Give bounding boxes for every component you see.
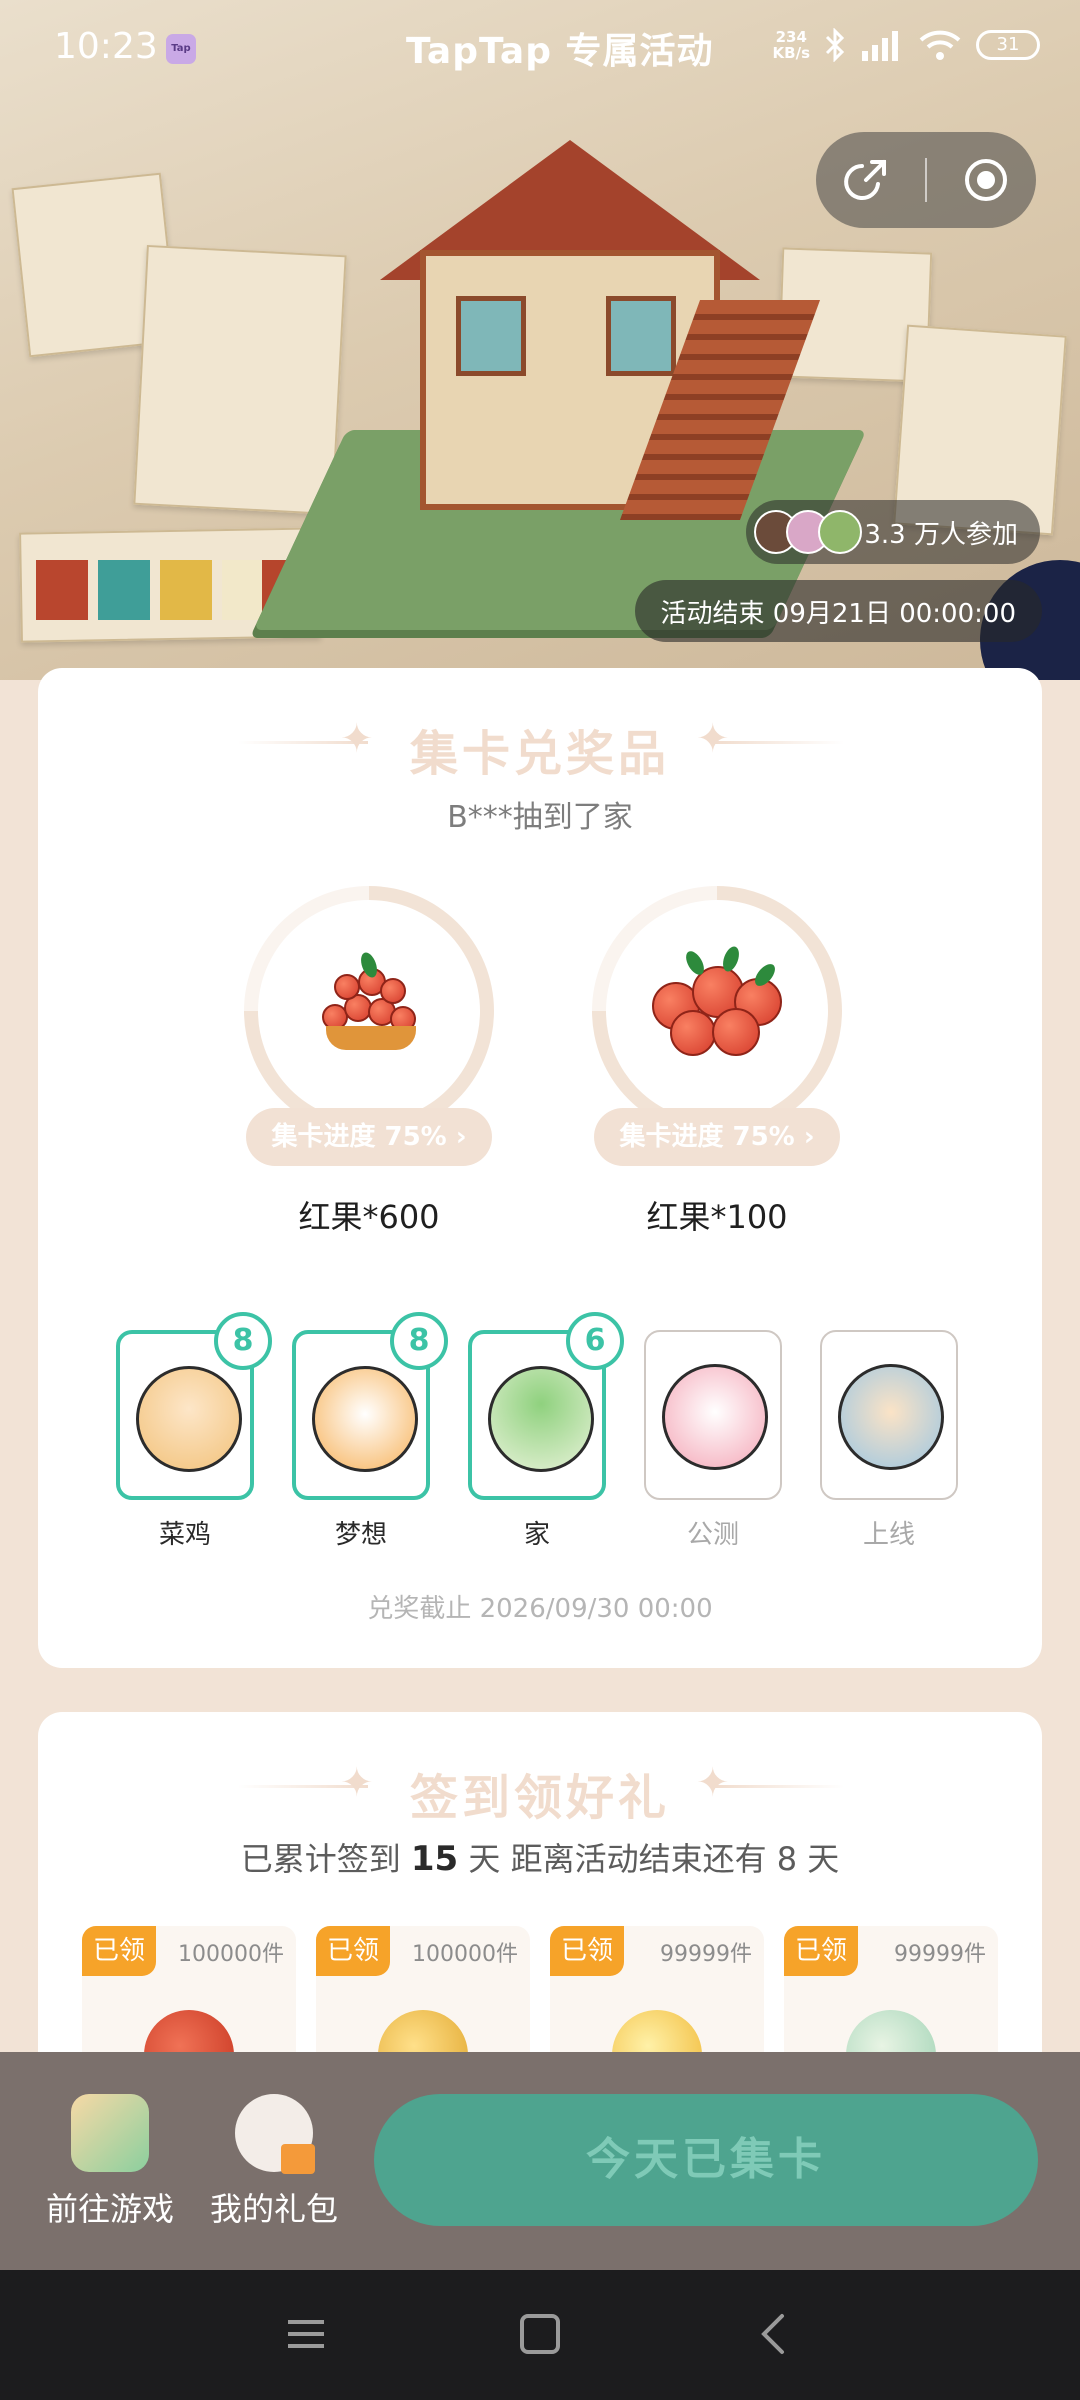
claimed-badge: 已领 bbox=[316, 1926, 390, 1976]
redeem-deadline: 兑奖截止 2026/09/30 00:00 bbox=[367, 1594, 713, 1624]
bottom-action-bar: 前往游戏 我的礼包 今天已集卡 bbox=[0, 2052, 1080, 2270]
wifi-icon bbox=[919, 30, 961, 60]
prize-card[interactable]: 集卡进度 75% › 红果*600 bbox=[244, 886, 494, 1236]
share-button[interactable] bbox=[826, 140, 906, 220]
card-label: 菜鸡 bbox=[158, 1520, 211, 1550]
home-icon[interactable] bbox=[510, 2304, 570, 2364]
reward-stock: 99999件 bbox=[660, 1942, 752, 1967]
status-time: 10:23 bbox=[54, 26, 158, 67]
activity-deadline: 活动结束 09月21日 00:00:00 bbox=[634, 580, 1042, 642]
go-to-game-button[interactable]: 前往游戏 bbox=[40, 2094, 180, 2230]
checkin-title: 签到领好礼 bbox=[409, 1770, 670, 1826]
prize-progress-ring: 集卡进度 75% › bbox=[592, 886, 842, 1166]
chevron-right-icon: › bbox=[803, 1122, 815, 1152]
claimed-badge: 已领 bbox=[550, 1926, 624, 1976]
participants-count: 3.3 万人参加 bbox=[864, 519, 1018, 550]
prize-progress-ring: 集卡进度 75% › bbox=[244, 886, 494, 1166]
close-target-button[interactable] bbox=[946, 140, 1026, 220]
activity-page: 3.3 万人参加 活动结束 09月21日 00:00:00 10:23 Tap … bbox=[0, 0, 1080, 2400]
collect-subtitle: B***抽到了家 bbox=[447, 800, 633, 835]
prize-name: 红果*100 bbox=[646, 1198, 788, 1236]
my-gifts-button[interactable]: 我的礼包 bbox=[204, 2094, 344, 2230]
reward-stock: 100000件 bbox=[178, 1942, 284, 1967]
status-bar: 10:23 Tap TapTap 专属活动 234 KB/s 31 bbox=[0, 0, 1080, 96]
back-icon[interactable] bbox=[744, 2304, 804, 2364]
card-count-badge: 8 bbox=[390, 1312, 448, 1370]
reward-stock: 100000件 bbox=[412, 1942, 518, 1967]
game-app-icon bbox=[71, 2094, 149, 2172]
gift-icon bbox=[235, 2094, 315, 2174]
avatar bbox=[818, 510, 863, 554]
game-card[interactable]: 8 梦想 bbox=[292, 1312, 448, 1551]
taptap-small-icon: Tap bbox=[166, 34, 196, 64]
prize-card[interactable]: 集卡进度 75% › 红果*100 bbox=[592, 886, 842, 1236]
prize-name: 红果*600 bbox=[298, 1198, 440, 1236]
collect-cards-section: ✦ 集卡兑奖品 ✦ B***抽到了家 集卡进度 75% › 红果*600 集卡进… bbox=[38, 668, 1042, 1668]
signal-icon bbox=[862, 31, 898, 61]
collected-cards-row: 8 菜鸡 8 梦想 6 家 公测 上线 bbox=[116, 1312, 996, 1550]
share-icon bbox=[843, 160, 886, 200]
participants-pill: 3.3 万人参加 bbox=[746, 500, 1040, 564]
chevron-right-icon: › bbox=[455, 1122, 467, 1152]
card-label: 梦想 bbox=[334, 1520, 387, 1550]
menu-icon[interactable] bbox=[276, 2304, 336, 2364]
card-count-badge: 6 bbox=[566, 1312, 624, 1370]
claimed-badge: 已领 bbox=[82, 1926, 156, 1976]
claimed-badge: 已领 bbox=[784, 1926, 858, 1976]
network-speed: 234 KB/s bbox=[772, 28, 810, 62]
hero-banner: 3.3 万人参加 活动结束 09月21日 00:00:00 bbox=[0, 0, 1080, 680]
game-card[interactable]: 6 家 bbox=[468, 1312, 624, 1551]
checkin-days: 15 bbox=[410, 1839, 459, 1879]
target-icon bbox=[965, 159, 1008, 201]
duck-character-icon bbox=[312, 1366, 418, 1472]
card-label: 上线 bbox=[862, 1520, 915, 1550]
sparkle-icon: ✦ bbox=[696, 1760, 730, 1806]
participant-avatars bbox=[754, 510, 863, 554]
chick-character-icon bbox=[136, 1366, 242, 1472]
activity-deadline-text: 活动结束 09月21日 00:00:00 bbox=[660, 598, 1016, 629]
game-card-locked[interactable]: 公测 bbox=[644, 1330, 782, 1551]
collect-title: 集卡兑奖品 bbox=[409, 726, 670, 782]
pink-hat-character-icon bbox=[662, 1364, 768, 1470]
game-card-locked[interactable]: 上线 bbox=[820, 1330, 958, 1551]
collect-today-button[interactable]: 今天已集卡 bbox=[374, 2094, 1038, 2226]
prize-progress-button[interactable]: 集卡进度 75% › bbox=[246, 1108, 492, 1166]
card-label: 公测 bbox=[686, 1520, 739, 1550]
status-title: TapTap 专属活动 bbox=[406, 31, 714, 72]
card-label: 家 bbox=[523, 1520, 550, 1550]
reward-stock: 99999件 bbox=[894, 1942, 986, 1967]
card-count-badge: 8 bbox=[214, 1312, 272, 1370]
bluetooth-icon bbox=[825, 28, 845, 62]
system-nav-bar bbox=[0, 2270, 1080, 2400]
broccoli-character-icon bbox=[488, 1366, 594, 1472]
battery-indicator: 31 bbox=[976, 30, 1040, 60]
status-indicators: 234 KB/s 31 bbox=[773, 28, 1040, 62]
prize-progress-button[interactable]: 集卡进度 75% › bbox=[594, 1108, 840, 1166]
game-card[interactable]: 8 菜鸡 bbox=[116, 1312, 272, 1551]
sparkle-icon: ✦ bbox=[696, 716, 730, 762]
checkin-summary: 已累计签到 15 天 距离活动结束还有 8 天 bbox=[240, 1839, 840, 1879]
glasses-boy-character-icon bbox=[838, 1364, 944, 1470]
hero-controls bbox=[816, 132, 1036, 228]
